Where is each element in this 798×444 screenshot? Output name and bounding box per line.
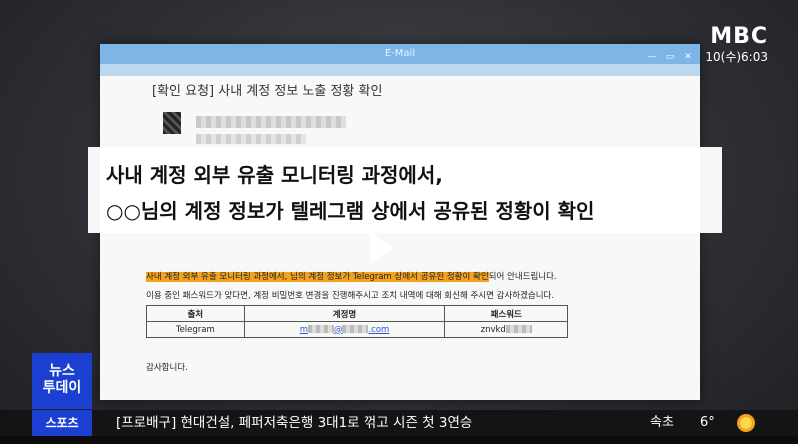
sender-avatar — [163, 112, 181, 134]
ticker-headline: [프로배구] 현대건설, 페퍼저축은행 3대1로 꺾고 시즌 첫 3연승 — [116, 415, 473, 431]
email-titlebar: E-Mail — ▭ ✕ — [100, 44, 700, 64]
play-icon[interactable] — [370, 232, 394, 264]
table-row: Telegram m @ .com znvkd — [146, 321, 568, 338]
table-header-source: 출처 — [146, 305, 245, 322]
email-closing: 감사합니다. — [146, 363, 188, 373]
ticker-category: 스포츠 — [32, 410, 92, 436]
cell-account: m @ .com — [243, 321, 446, 338]
close-icon[interactable]: ✕ — [682, 47, 694, 67]
news-caption: 사내 계정 외부 유출 모니터링 과정에서, ○○님의 계정 정보가 텔레그램 … — [88, 147, 722, 233]
blurred-sender-info — [196, 116, 346, 128]
masked-text — [342, 325, 369, 333]
program-badge: 뉴스 투데이 — [32, 353, 92, 409]
maximize-icon[interactable]: ▭ — [664, 47, 676, 67]
email-menubar — [100, 64, 700, 76]
masked-text — [307, 325, 334, 333]
caption-line1: 사내 계정 외부 유출 모니터링 과정에서, — [106, 163, 443, 187]
email-body-line2: 이용 중인 패스워드가 맞다면, 계정 비밀번호 변경을 진행해주시고 조치 내… — [146, 291, 555, 301]
account-email-link[interactable]: m @ .com — [300, 325, 390, 335]
broadcast-clock: 10(수)6:03 — [705, 50, 768, 64]
sun-icon — [737, 414, 755, 432]
weather-temperature: 6° — [700, 415, 715, 430]
account-table: 출처 계정명 패스워드 Telegram m @ .com znvkd — [146, 305, 568, 338]
cell-password: znvkd — [444, 321, 568, 338]
table-header-password: 패스워드 — [444, 305, 568, 322]
caption-line2: ○○님의 계정 정보가 텔레그램 상에서 공유된 정황이 확인 — [106, 199, 595, 223]
cell-source: Telegram — [146, 321, 245, 338]
email-subject: [확인 요청] 사내 계정 정보 노출 정황 확인 — [152, 84, 383, 99]
email-body: [확인 요청] 사내 계정 정보 노출 정황 확인 사내 계정 외부 유출 모니… — [100, 76, 700, 400]
email-window-title: E-Mail — [384, 48, 416, 59]
badge-line1: 뉴스 — [49, 363, 75, 379]
bottom-bar — [0, 436, 798, 444]
blurred-sender-info — [196, 134, 306, 144]
news-ticker: 스포츠 [프로배구] 현대건설, 페퍼저축은행 3대1로 꺾고 시즌 첫 3연승… — [0, 410, 798, 436]
window-controls: — ▭ ✕ — [646, 47, 694, 67]
broadcaster-logo: MBC — [710, 24, 768, 49]
table-header-account: 계정명 — [243, 305, 446, 322]
body-text: 되어 안내드립니다. — [488, 272, 557, 282]
weather-city: 속초 — [650, 415, 674, 430]
email-body-line1: 사내 계정 외부 유출 모니터링 과정에서, 님의 계정 정보가 Telegra… — [146, 270, 557, 282]
highlighted-text: 사내 계정 외부 유출 모니터링 과정에서, 님의 계정 정보가 Telegra… — [146, 272, 489, 282]
masked-text — [505, 325, 532, 333]
minimize-icon[interactable]: — — [646, 47, 658, 67]
badge-line2: 투데이 — [42, 380, 82, 396]
